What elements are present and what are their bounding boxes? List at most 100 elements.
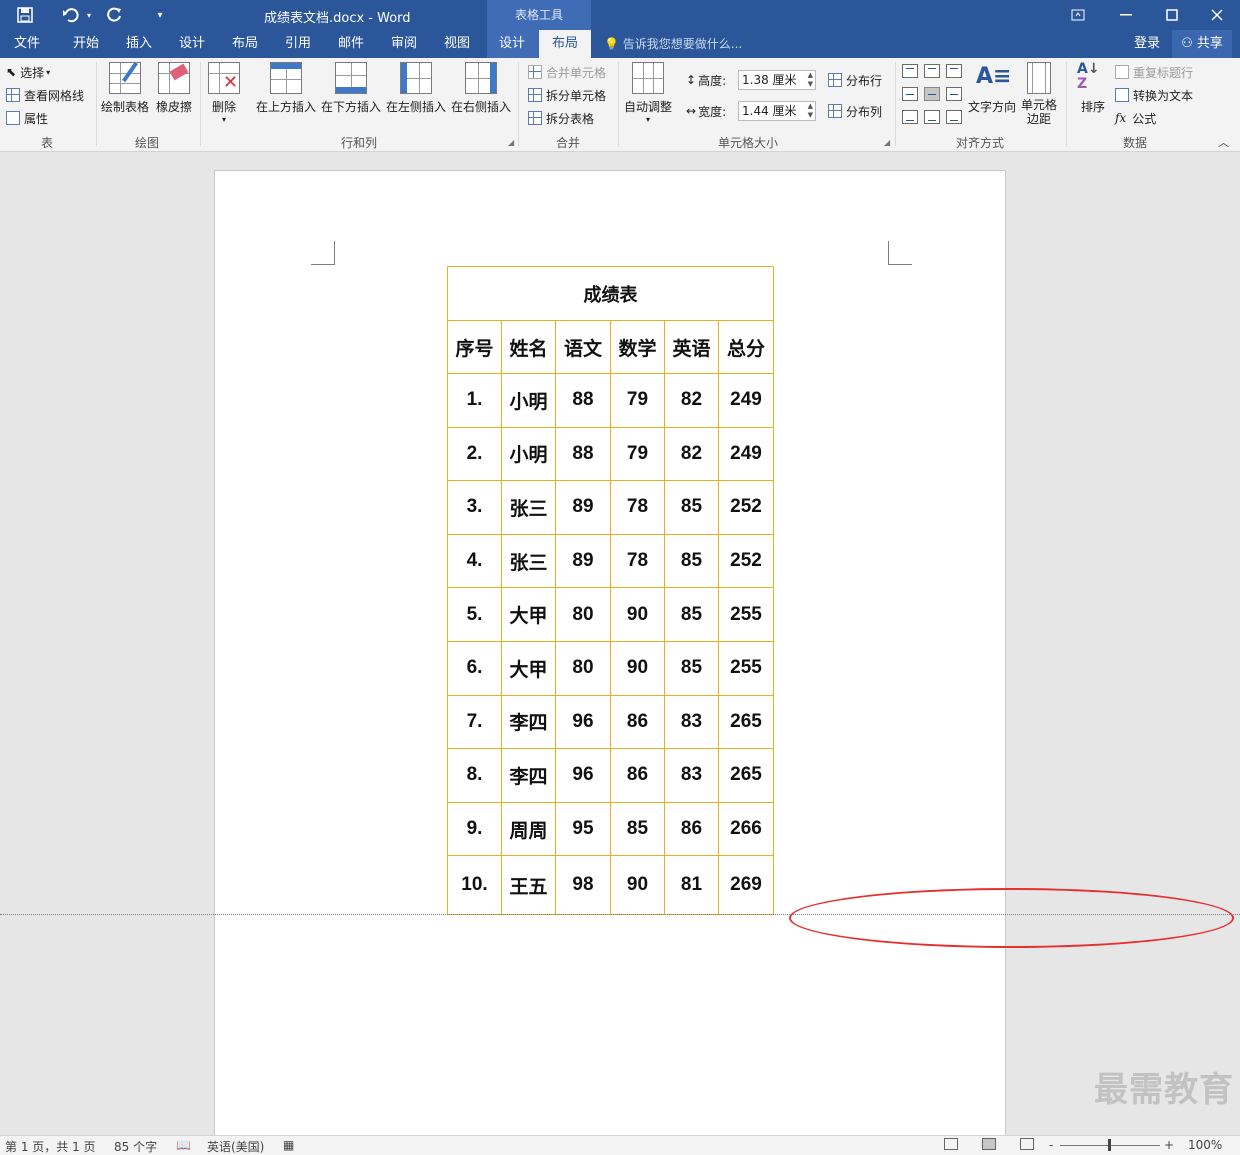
proofing-icon[interactable]: 📖 — [176, 1138, 191, 1152]
tab-review[interactable]: 审阅 — [378, 30, 430, 58]
split-cells-button[interactable]: 拆分单元格 — [528, 85, 606, 105]
tab-layout[interactable]: 布局 — [219, 30, 271, 58]
table-cell[interactable]: 85 — [664, 480, 719, 535]
align-middle-left-button[interactable] — [902, 87, 918, 101]
table-cell[interactable]: 255 — [718, 587, 774, 642]
distribute-rows-button[interactable]: 分布行 — [828, 70, 882, 90]
dialog-launcher-icon[interactable]: ◢ — [884, 138, 890, 147]
table-cell[interactable]: 85 — [664, 533, 719, 589]
table-cell[interactable]: 90 — [610, 587, 665, 642]
page-count[interactable]: 第 1 页，共 1 页 — [5, 1138, 96, 1155]
tab-view[interactable]: 视图 — [431, 30, 483, 58]
tab-table-design[interactable]: 设计 — [487, 30, 537, 58]
table-cell[interactable]: 86 — [610, 694, 665, 750]
table-cell[interactable]: 3. — [447, 480, 502, 535]
align-top-right-button[interactable] — [946, 64, 962, 78]
table-header-cell[interactable]: 英语 — [664, 320, 719, 374]
table-cell[interactable]: 82 — [664, 426, 719, 482]
align-bottom-center-button[interactable] — [924, 110, 940, 124]
ribbon-display-icon[interactable] — [1055, 0, 1101, 30]
convert-to-text-button[interactable]: 转换为文本 — [1115, 85, 1193, 105]
minimize-icon[interactable] — [1103, 0, 1149, 30]
table-cell[interactable]: 88 — [555, 373, 611, 428]
table-header-cell[interactable]: 数学 — [610, 320, 665, 374]
table-cell[interactable]: 周周 — [501, 801, 556, 857]
tab-home[interactable]: 开始 — [60, 30, 112, 58]
customize-icon[interactable]: ▾ — [150, 0, 170, 30]
table-cell[interactable]: 1. — [447, 373, 502, 428]
table-cell[interactable]: 265 — [718, 694, 774, 750]
cell-margins-button[interactable]: 单元格 边距 — [1021, 62, 1057, 126]
table-cell[interactable]: 89 — [555, 533, 611, 589]
insert-left-button[interactable]: 在左侧插入 — [386, 62, 446, 115]
table-cell[interactable]: 89 — [555, 480, 611, 535]
table-cell[interactable]: 5. — [447, 587, 502, 642]
table-title[interactable]: 成绩表 — [447, 266, 774, 321]
table-cell[interactable]: 78 — [610, 480, 665, 535]
table-cell[interactable]: 83 — [664, 694, 719, 750]
table-header-cell[interactable]: 序号 — [447, 320, 502, 374]
table-cell[interactable]: 李四 — [501, 694, 556, 750]
merge-cells-button[interactable]: 合并单元格 — [528, 62, 606, 82]
table-cell[interactable]: 249 — [718, 373, 774, 428]
table-cell[interactable]: 269 — [718, 855, 774, 916]
table-cell[interactable]: 6. — [447, 640, 502, 696]
row-height-input[interactable]: 1.38 厘米 ▲ ▼ — [738, 70, 816, 90]
table-cell[interactable]: 2. — [447, 426, 502, 482]
formula-button[interactable]: fx 公式 — [1115, 108, 1156, 128]
delete-button[interactable]: ✕ 删除 ▾ — [208, 62, 240, 124]
table-cell[interactable]: 小明 — [501, 426, 556, 482]
align-middle-center-button[interactable] — [924, 87, 940, 101]
tab-file[interactable]: 文件 — [0, 30, 54, 58]
language[interactable]: 英语(美国) — [207, 1138, 264, 1155]
zoom-out-button[interactable]: - — [1049, 1138, 1053, 1152]
collapse-ribbon-icon[interactable]: ︿ — [1218, 134, 1229, 150]
table-cell[interactable]: 李四 — [501, 748, 556, 803]
align-top-left-button[interactable] — [902, 64, 918, 78]
table-cell[interactable]: 张三 — [501, 480, 556, 535]
macro-record-icon[interactable]: ▦ — [283, 1138, 294, 1152]
table-cell[interactable]: 95 — [555, 801, 611, 857]
select-button[interactable]: ⬉ 选择 ▾ — [6, 62, 50, 82]
align-bottom-right-button[interactable] — [946, 110, 962, 124]
align-top-center-button[interactable] — [924, 64, 940, 78]
table-header-cell[interactable]: 语文 — [555, 320, 611, 374]
document-area[interactable]: 成绩表 序号 姓名 语文 数学 英语 总分 1. 小明 88 79 82 249 2. 小明… — [0, 153, 1240, 1135]
table-cell[interactable]: 265 — [718, 748, 774, 803]
print-layout-icon[interactable] — [982, 1138, 996, 1150]
web-layout-icon[interactable] — [1020, 1138, 1034, 1150]
insert-right-button[interactable]: 在右侧插入 — [451, 62, 511, 115]
table-cell[interactable]: 79 — [610, 426, 665, 482]
table-header-cell[interactable]: 姓名 — [501, 320, 556, 374]
spin-arrows-icon[interactable]: ▲ ▼ — [808, 102, 813, 120]
properties-button[interactable]: 属性 — [6, 108, 48, 128]
view-gridlines-button[interactable]: 查看网格线 — [6, 85, 84, 105]
table-cell[interactable]: 252 — [718, 480, 774, 535]
zoom-level[interactable]: 100% — [1188, 1138, 1222, 1152]
sort-button[interactable]: A↓ Z 排序 — [1077, 62, 1109, 115]
table-cell[interactable]: 98 — [555, 855, 611, 916]
table-cell[interactable]: 266 — [718, 801, 774, 857]
insert-below-button[interactable]: 在下方插入 — [321, 62, 381, 115]
draw-table-button[interactable]: 绘制表格 — [101, 61, 149, 115]
zoom-slider-thumb[interactable] — [1108, 1139, 1111, 1151]
table-cell[interactable]: 张三 — [501, 533, 556, 589]
table-cell[interactable]: 小明 — [501, 373, 556, 428]
text-direction-button[interactable]: A≡ 文字方向 — [968, 62, 1016, 115]
table-header-cell[interactable]: 总分 — [718, 320, 774, 374]
spin-arrows-icon[interactable]: ▲ ▼ — [808, 71, 813, 89]
autofit-button[interactable]: 自动调整 ▾ — [624, 62, 672, 124]
table-cell[interactable]: 96 — [555, 748, 611, 803]
table-cell[interactable]: 78 — [610, 533, 665, 589]
login-button[interactable]: 登录 — [1134, 30, 1160, 58]
table-cell[interactable]: 90 — [610, 640, 665, 696]
maximize-icon[interactable] — [1149, 0, 1195, 30]
tab-table-layout[interactable]: 布局 — [539, 30, 591, 58]
undo-icon[interactable] — [56, 0, 86, 30]
tab-design[interactable]: 设计 — [166, 30, 218, 58]
col-width-input[interactable]: 1.44 厘米 ▲ ▼ — [738, 101, 816, 121]
share-button[interactable]: ⚇ 共享 — [1172, 30, 1232, 58]
table-cell[interactable]: 79 — [610, 373, 665, 428]
score-table[interactable]: 成绩表 序号 姓名 语文 数学 英语 总分 1. 小明 88 79 82 249 2. 小明… — [447, 266, 774, 916]
close-icon[interactable] — [1194, 0, 1240, 30]
